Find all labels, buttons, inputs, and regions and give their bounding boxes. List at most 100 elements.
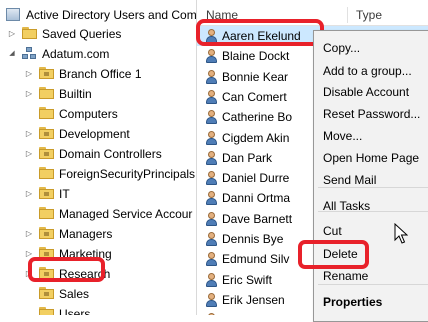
- tree-item-label: Users: [59, 307, 91, 315]
- folder-icon: [39, 107, 55, 121]
- user-icon: [205, 109, 219, 125]
- expand-arrow-icon[interactable]: ▷: [25, 184, 33, 204]
- tree-item[interactable]: ▷ Domain Controllers: [0, 144, 196, 164]
- menu-item-add-to-a-group[interactable]: Add to a group...: [314, 61, 428, 82]
- menu-separator: [318, 187, 428, 188]
- aduc-root-icon: [6, 8, 22, 22]
- tree-item[interactable]: ForeignSecurityPrincipals: [0, 164, 196, 184]
- tree-item[interactable]: Active Directory Users and Com: [0, 5, 196, 25]
- user-name: Catherine Bo: [222, 110, 293, 124]
- user-icon: [205, 211, 219, 227]
- user-name: Dan Park: [222, 151, 273, 165]
- user-icon: [205, 89, 219, 105]
- context-menu: Copy... Add to a group... Disable Account R…: [313, 30, 428, 322]
- tree-item[interactable]: ▷ Builtin: [0, 84, 196, 104]
- menu-item-open-home-page[interactable]: Open Home Page: [314, 148, 428, 169]
- expand-arrow-icon[interactable]: ▷: [25, 64, 33, 84]
- user-name: Eric Swift: [222, 273, 273, 287]
- menu-separator: [318, 284, 428, 285]
- tree-item[interactable]: Users: [0, 304, 196, 315]
- ou-folder-icon: [39, 287, 55, 301]
- tree-item-label: ForeignSecurityPrincipals: [59, 167, 196, 181]
- ou-folder-icon: [39, 147, 55, 161]
- tree-item-label: Active Directory Users and Com: [26, 8, 197, 22]
- expand-arrow-icon[interactable]: ▷: [25, 84, 33, 104]
- tree-item[interactable]: ▷ Branch Office 1: [0, 64, 196, 84]
- user-name: Bonnie Kear: [222, 70, 289, 84]
- user-name: Dennis Bye: [222, 232, 284, 246]
- user-icon: [205, 231, 219, 247]
- user-name: Dave Barnett: [222, 212, 293, 226]
- folder-icon: [39, 207, 55, 221]
- folder-icon: [22, 27, 38, 41]
- expand-arrow-icon[interactable]: ▷: [25, 124, 33, 144]
- selected-user-highlight-annotation: [196, 19, 324, 46]
- ou-folder-icon: [39, 67, 55, 81]
- folder-icon: [39, 307, 55, 315]
- expand-arrow-icon[interactable]: ▷: [25, 144, 33, 164]
- tree-item-label: Builtin: [59, 87, 92, 101]
- user-icon: [205, 130, 219, 146]
- menu-item-reset-password[interactable]: Reset Password...: [314, 104, 428, 125]
- user-name: Fabrice Cane: [222, 310, 294, 315]
- folder-icon: [39, 87, 55, 101]
- sales-highlight-annotation: [28, 257, 105, 282]
- column-header-type[interactable]: Type: [347, 5, 426, 25]
- tree-item[interactable]: ◢ Adatum.com: [0, 44, 196, 64]
- domain-icon: [22, 47, 38, 61]
- user-name: Danni Ortma: [222, 191, 291, 205]
- user-icon: [205, 69, 219, 85]
- tree-item[interactable]: ▷ IT: [0, 184, 196, 204]
- menu-item-copy[interactable]: Copy...: [314, 38, 428, 59]
- expand-arrow-icon[interactable]: ▷: [25, 224, 33, 244]
- user-name: Erik Jensen: [222, 293, 285, 307]
- user-icon: [205, 48, 219, 64]
- ou-folder-icon: [39, 187, 55, 201]
- user-icon: [205, 272, 219, 288]
- tree-item-label: Adatum.com: [42, 47, 110, 61]
- folder-icon: [39, 167, 55, 181]
- mouse-cursor-icon: [394, 223, 408, 244]
- tree-item[interactable]: ▷ Managers: [0, 224, 196, 244]
- menu-item-disable-account[interactable]: Disable Account: [314, 82, 428, 103]
- tree-item-label: Managed Service Accour: [59, 207, 193, 221]
- ou-folder-icon: [39, 227, 55, 241]
- tree-item-label: IT: [59, 187, 70, 201]
- user-name: Daniel Durre: [222, 171, 290, 185]
- user-name: Blaine Dockt: [222, 49, 290, 63]
- tree-item[interactable]: Computers: [0, 104, 196, 124]
- menu-item-properties[interactable]: Properties: [314, 292, 428, 313]
- user-name: Cigdem Akin: [222, 131, 290, 145]
- tree-item[interactable]: Sales: [0, 284, 196, 304]
- delete-highlight-annotation: [298, 240, 369, 269]
- ou-folder-icon: [39, 127, 55, 141]
- tree-item-label: Branch Office 1: [59, 67, 142, 81]
- tree-item[interactable]: ▷ Saved Queries: [0, 24, 196, 44]
- menu-item-move[interactable]: Move...: [314, 126, 428, 147]
- menu-item-cut[interactable]: Cut: [314, 221, 428, 242]
- tree-item[interactable]: Managed Service Accour: [0, 204, 196, 224]
- tree-item-label: Managers: [59, 227, 113, 241]
- expand-arrow-icon[interactable]: ▷: [8, 24, 16, 44]
- user-icon: [205, 150, 219, 166]
- tree-item-label: Domain Controllers: [59, 147, 162, 161]
- tree-item-label: Saved Queries: [42, 27, 122, 41]
- menu-separator: [318, 211, 428, 212]
- collapse-arrow-icon[interactable]: ◢: [8, 44, 16, 64]
- user-icon: [205, 190, 219, 206]
- user-name: Edmund Silv: [222, 252, 290, 266]
- tree-item[interactable]: ▷ Development: [0, 124, 196, 144]
- user-icon: [205, 292, 219, 308]
- tree-item-label: Development: [59, 127, 130, 141]
- tree-item-label: Computers: [59, 107, 118, 121]
- tree-item-label: Sales: [59, 287, 90, 301]
- user-name: Can Comert: [222, 90, 287, 104]
- menu-item-all-tasks[interactable]: All Tasks: [314, 196, 428, 217]
- user-icon: [205, 251, 219, 267]
- user-icon: [205, 170, 219, 186]
